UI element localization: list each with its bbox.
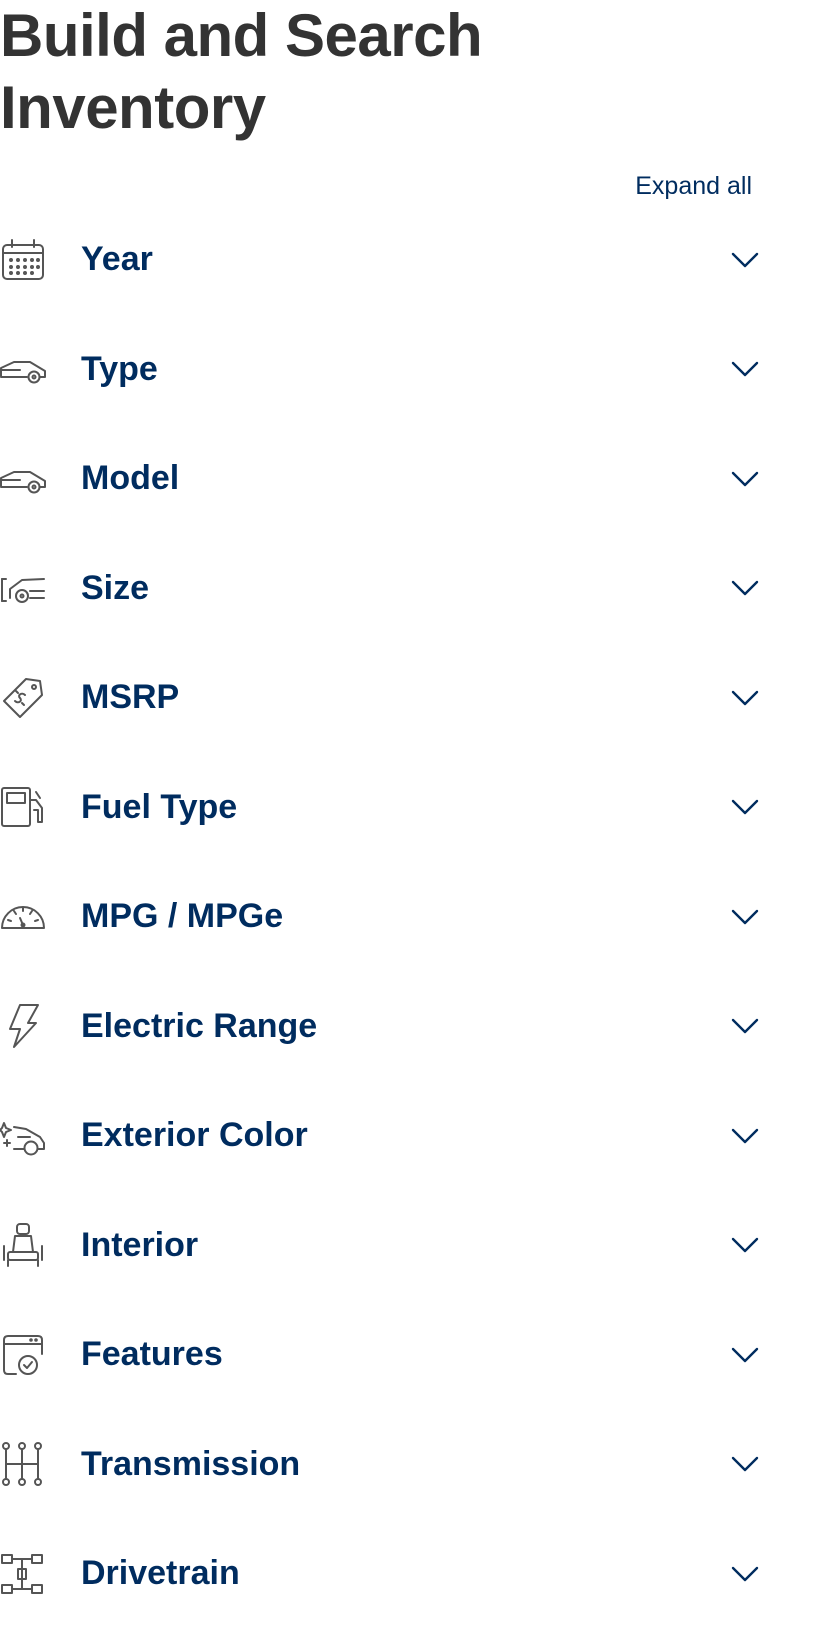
filter-label-mpg: MPG / MPGe: [81, 897, 284, 936]
car-size-icon: [0, 564, 48, 612]
expand-all-link[interactable]: Expand all: [635, 172, 752, 201]
car-icon: [0, 455, 48, 503]
feature-check-icon: [0, 1331, 48, 1379]
filter-row-model[interactable]: Model: [0, 424, 760, 534]
chevron-down-icon[interactable]: [730, 908, 760, 926]
filter-row-drivetrain[interactable]: Drivetrain: [0, 1519, 760, 1629]
chevron-down-icon[interactable]: [730, 1236, 760, 1254]
car-icon: [0, 345, 48, 393]
lightning-bolt-icon: [0, 1002, 48, 1050]
chevron-down-icon[interactable]: [730, 1565, 760, 1583]
calendar-icon: [0, 236, 48, 284]
filter-label-transmission: Transmission: [81, 1444, 301, 1483]
filter-label-drivetrain: Drivetrain: [81, 1554, 240, 1593]
drivetrain-icon: [0, 1550, 48, 1598]
filter-label-fuel-type: Fuel Type: [81, 787, 238, 826]
page-title: Build and Search Inventory: [0, 2, 483, 141]
chevron-down-icon[interactable]: [730, 1127, 760, 1145]
price-tag-icon: [0, 674, 48, 722]
chevron-down-icon[interactable]: [730, 1017, 760, 1035]
car-seat-icon: [0, 1221, 48, 1269]
chevron-down-icon[interactable]: [730, 798, 760, 816]
filter-label-exterior-color: Exterior Color: [81, 1116, 308, 1155]
filter-label-model: Model: [81, 459, 180, 498]
filter-label-electric-range: Electric Range: [81, 1006, 318, 1045]
filter-label-features: Features: [81, 1335, 223, 1374]
gear-shift-icon: [0, 1440, 48, 1488]
filter-label-type: Type: [81, 349, 158, 388]
filter-row-transmission[interactable]: Transmission: [0, 1410, 760, 1520]
speedometer-icon: [0, 893, 48, 941]
filter-label-interior: Interior: [81, 1225, 199, 1264]
chevron-down-icon[interactable]: [730, 360, 760, 378]
filter-row-size[interactable]: Size: [0, 534, 760, 644]
filter-row-year[interactable]: Year: [0, 205, 760, 315]
filter-list: Year Type Model Size MSRP Fuel Type MPG …: [0, 205, 760, 1629]
filter-row-electric-range[interactable]: Electric Range: [0, 972, 760, 1082]
chevron-down-icon[interactable]: [730, 1455, 760, 1473]
filter-label-year: Year: [81, 240, 153, 279]
filter-row-fuel-type[interactable]: Fuel Type: [0, 753, 760, 863]
filter-row-msrp[interactable]: MSRP: [0, 643, 760, 753]
filter-row-type[interactable]: Type: [0, 315, 760, 425]
fuel-pump-icon: [0, 783, 48, 831]
chevron-down-icon[interactable]: [730, 470, 760, 488]
filter-row-exterior-color[interactable]: Exterior Color: [0, 1081, 760, 1191]
filter-label-size: Size: [81, 568, 150, 607]
car-sparkle-icon: [0, 1112, 48, 1160]
chevron-down-icon[interactable]: [730, 579, 760, 597]
filter-label-msrp: MSRP: [81, 678, 180, 717]
filter-row-mpg[interactable]: MPG / MPGe: [0, 862, 760, 972]
filter-row-interior[interactable]: Interior: [0, 1191, 760, 1301]
chevron-down-icon[interactable]: [730, 689, 760, 707]
chevron-down-icon[interactable]: [730, 1346, 760, 1364]
filter-row-features[interactable]: Features: [0, 1300, 760, 1410]
chevron-down-icon[interactable]: [730, 251, 760, 269]
